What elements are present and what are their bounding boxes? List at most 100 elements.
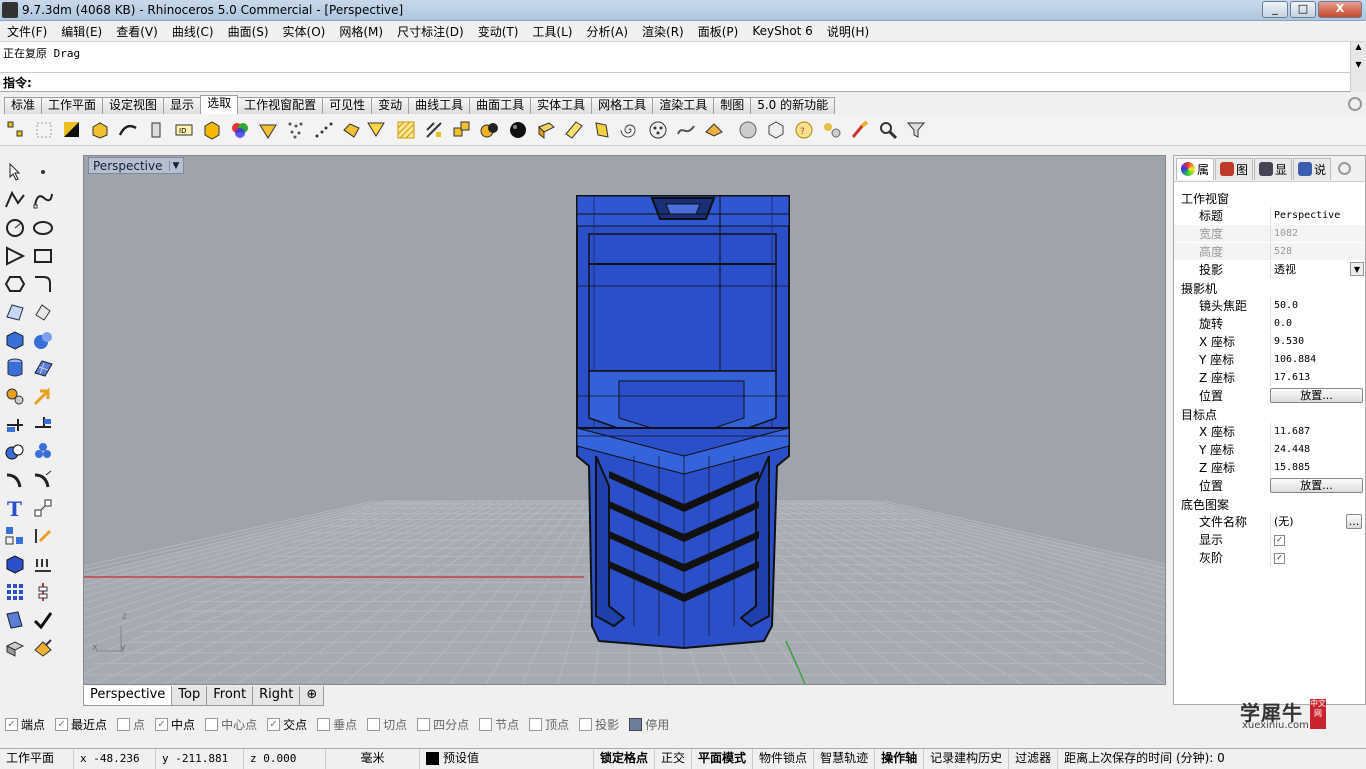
osnap-item[interactable]: 切点 <box>367 716 407 733</box>
osnap-item[interactable]: 投影 <box>579 716 619 733</box>
grayscale-checkbox[interactable]: ✓ <box>1274 552 1285 564</box>
mesh-icon[interactable] <box>32 357 54 379</box>
osnap-checkbox[interactable] <box>117 717 131 731</box>
select-planar-surfaces-icon[interactable] <box>564 120 584 140</box>
select-annotations-icon[interactable] <box>314 120 334 140</box>
minimize-button[interactable]: _ <box>1262 1 1288 18</box>
menu-panels[interactable]: 面板(P) <box>691 23 746 40</box>
select-sphere-icon[interactable] <box>738 120 758 140</box>
select-dimensions-icon[interactable]: ID <box>174 120 194 140</box>
box-solid-icon[interactable] <box>4 329 26 351</box>
maximize-button[interactable]: □ <box>1290 1 1316 18</box>
solid-box-blue-icon[interactable] <box>4 553 26 575</box>
select-box-icon[interactable] <box>766 120 786 140</box>
panel-tab-display[interactable]: 显 <box>1254 157 1293 180</box>
tab-transform[interactable]: 变动 <box>371 97 410 114</box>
material-icon[interactable] <box>32 637 54 659</box>
osnap-item[interactable]: 停用 <box>629 716 669 733</box>
menu-surface[interactable]: 曲面(S) <box>221 23 276 40</box>
gear-tools-icon[interactable] <box>4 385 26 407</box>
menu-edit[interactable]: 编辑(E) <box>54 23 109 40</box>
chevron-down-icon[interactable]: ▼ <box>1350 261 1364 276</box>
point-grid-icon[interactable] <box>4 581 26 603</box>
select-lasso-icon[interactable] <box>704 120 724 140</box>
tab-cplanes[interactable]: 工作平面 <box>41 97 104 114</box>
osnap-item[interactable]: ✓ 中点 <box>155 716 195 733</box>
osnap-checkbox[interactable] <box>479 717 493 731</box>
menu-dimension[interactable]: 尺寸标注(D) <box>390 23 471 40</box>
osnap-item[interactable]: 节点 <box>479 716 519 733</box>
select-by-color-icon[interactable] <box>230 120 250 140</box>
array-icon[interactable] <box>4 525 26 547</box>
projection-select[interactable]: 透视 ▼ <box>1270 260 1365 278</box>
extrude-curve-icon[interactable] <box>32 301 54 323</box>
select-clipping-planes-icon[interactable] <box>648 120 668 140</box>
tab-standard[interactable]: 标准 <box>4 97 43 114</box>
place-target-button[interactable]: 放置... <box>1270 477 1363 493</box>
osnap-checkbox[interactable] <box>629 717 643 731</box>
menu-view[interactable]: 查看(V) <box>109 23 165 40</box>
status-filter[interactable]: 过滤器 <box>1009 748 1059 769</box>
text-object-icon[interactable]: T <box>4 497 26 519</box>
menu-help[interactable]: 说明(H) <box>820 23 876 40</box>
move-icon[interactable] <box>4 413 26 435</box>
tab-drafting[interactable]: 制图 <box>713 97 752 114</box>
rhino-app-icon[interactable] <box>2 2 18 18</box>
viewport-title-label[interactable]: Perspective ▼ <box>88 157 185 174</box>
viewport-menu-chevron-icon[interactable]: ▼ <box>168 160 179 171</box>
tab-viewport-layout[interactable]: 工作视窗配置 <box>237 97 324 114</box>
menu-analyze[interactable]: 分析(A) <box>579 23 635 40</box>
select-lights-icon[interactable] <box>146 120 166 140</box>
viewport-tab-top[interactable]: Top <box>171 686 208 706</box>
osnap-checkbox[interactable] <box>417 717 431 731</box>
osnap-checkbox[interactable]: ✓ <box>55 717 69 731</box>
select-surfaces-icon[interactable] <box>90 120 110 140</box>
command-input[interactable]: 指令: <box>0 73 1350 92</box>
tab-visibility[interactable]: 可见性 <box>322 97 373 114</box>
boolean-union-icon[interactable] <box>4 441 26 463</box>
camera-z-value[interactable]: 17.613 <box>1270 368 1365 386</box>
viewport-tab-right[interactable]: Right <box>252 686 301 706</box>
osnap-checkbox[interactable]: ✓ <box>155 717 169 731</box>
panel-tab-layers[interactable]: 图 <box>1215 157 1254 180</box>
select-brush-icon[interactable] <box>850 120 870 140</box>
grid-points-icon[interactable] <box>32 553 54 575</box>
select-groups-icon[interactable] <box>452 120 472 140</box>
tab-new-in-v5[interactable]: 5.0 的新功能 <box>750 97 836 114</box>
ellipse-icon[interactable] <box>32 217 54 239</box>
copy-icon[interactable] <box>32 413 54 435</box>
toolbar-gear-icon[interactable] <box>1348 97 1362 111</box>
select-by-window-icon[interactable] <box>34 120 54 140</box>
select-spiral-icon[interactable] <box>620 120 640 140</box>
edit-points-icon[interactable] <box>32 525 54 547</box>
arc-icon[interactable] <box>4 245 26 267</box>
status-grid-snap[interactable]: 锁定格点 <box>594 748 656 769</box>
point-icon[interactable] <box>32 161 54 183</box>
menu-keyshot[interactable]: KeyShot 6 <box>745 24 819 38</box>
select-curves-icon[interactable] <box>118 120 138 140</box>
tab-render-tools[interactable]: 渲染工具 <box>652 97 715 114</box>
zoom-selected-icon[interactable] <box>878 120 898 140</box>
close-button[interactable]: X <box>1318 1 1362 18</box>
osnap-checkbox[interactable] <box>579 717 593 731</box>
osnap-item[interactable]: 垂点 <box>317 716 357 733</box>
select-open-surfaces-icon[interactable] <box>366 120 386 140</box>
select-duplicates-icon[interactable] <box>480 120 500 140</box>
menu-curve[interactable]: 曲线(C) <box>165 23 221 40</box>
select-lines-icon[interactable] <box>676 120 696 140</box>
select-blocks-icon[interactable] <box>424 120 444 140</box>
menu-file[interactable]: 文件(F) <box>0 23 54 40</box>
fillet-edge-icon[interactable] <box>4 469 26 491</box>
polyline-icon[interactable] <box>4 189 26 211</box>
osnap-item[interactable]: 四分点 <box>417 716 469 733</box>
lens-length-value[interactable]: 50.0 <box>1270 296 1365 314</box>
surface-from-points-icon[interactable] <box>4 301 26 323</box>
status-units[interactable]: 毫米 <box>326 748 420 769</box>
prop-title-value[interactable]: Perspective <box>1270 206 1365 224</box>
menu-render[interactable]: 渲染(R) <box>635 23 691 40</box>
osnap-item[interactable]: ✓ 最近点 <box>55 716 107 733</box>
select-all-icon[interactable] <box>62 120 82 140</box>
status-osnap[interactable]: 物件锁点 <box>753 748 815 769</box>
boolean-split-icon[interactable] <box>32 441 54 463</box>
select-point-clouds-icon[interactable] <box>286 120 306 140</box>
